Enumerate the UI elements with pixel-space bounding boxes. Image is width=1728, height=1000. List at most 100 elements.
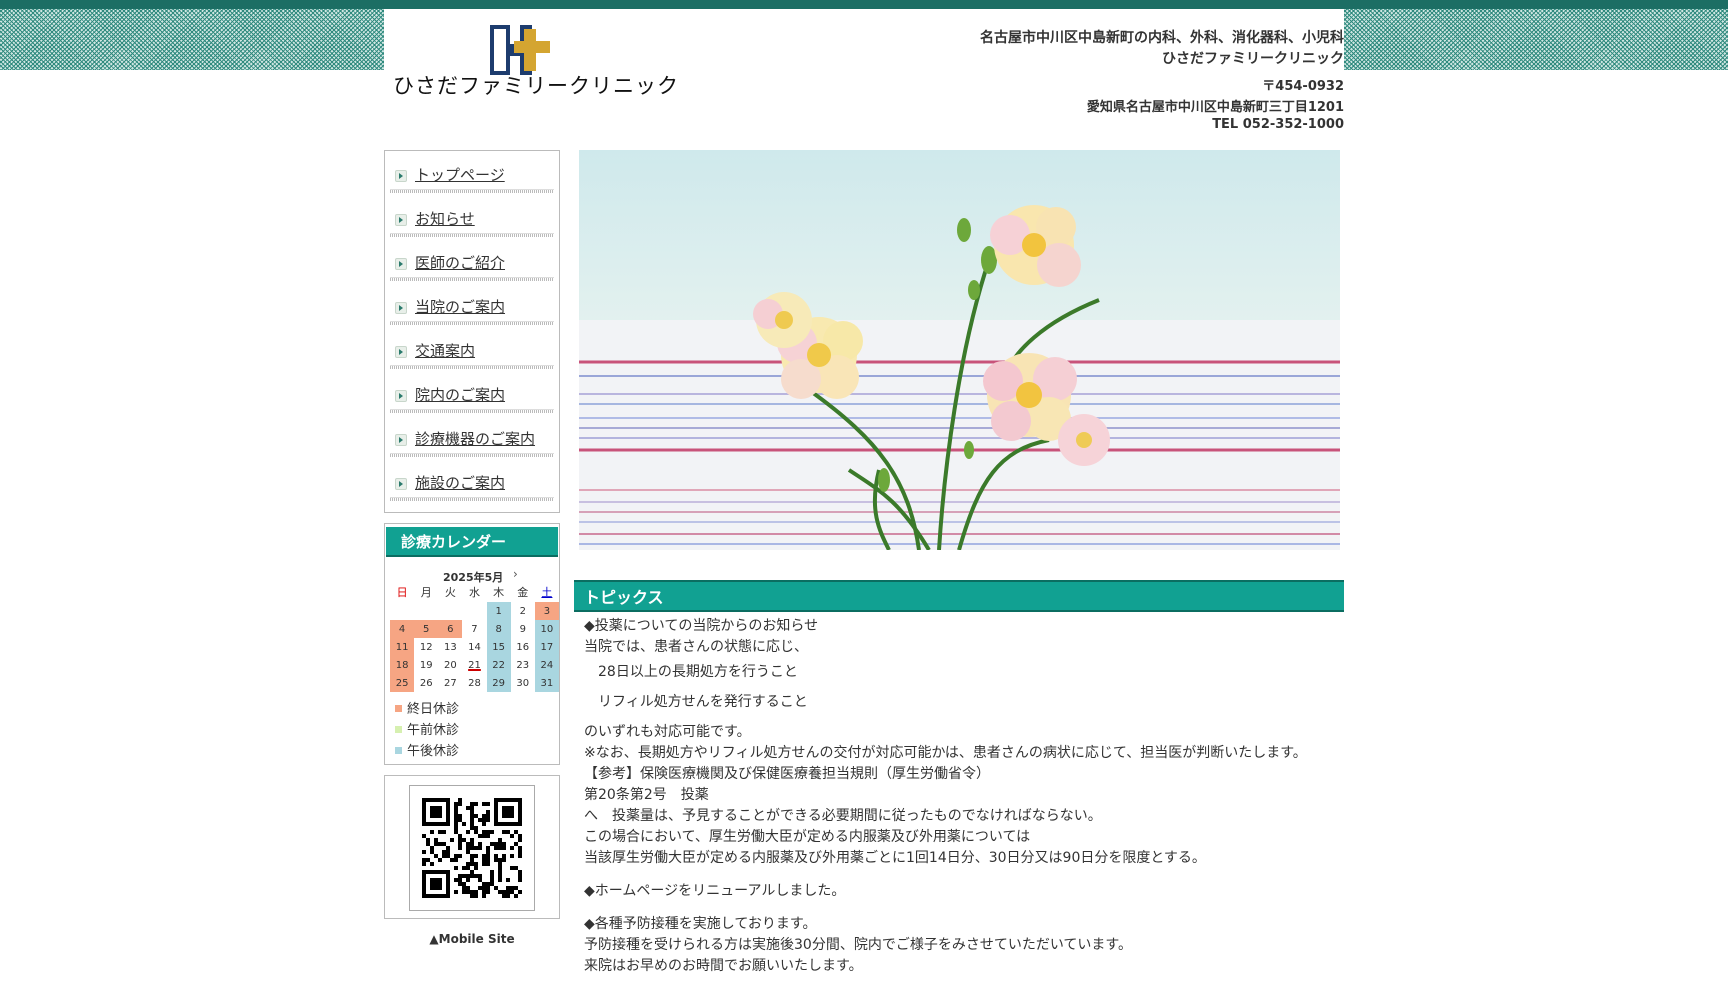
legend-pm-closed: 午後休診 bbox=[395, 740, 459, 759]
topic-line: 当院では、患者さんの状態に応じ、 bbox=[584, 639, 808, 655]
topic-line: 28日以上の長期処方を行うこと bbox=[584, 664, 798, 680]
nav-item-access[interactable]: 交通案内 bbox=[390, 327, 554, 371]
calendar-day: 8 bbox=[486, 620, 511, 638]
legend-closed-label: 終日休診 bbox=[407, 702, 460, 717]
nav-item-news[interactable]: お知らせ bbox=[390, 195, 554, 239]
weekday-thu: 木 bbox=[493, 586, 505, 599]
topics-content: ◆投薬についての当院からのお知らせ 当院では、患者さんの状態に応じ、 28日以上… bbox=[584, 616, 1334, 977]
calendar-day: 27 bbox=[443, 677, 457, 689]
calendar-day: 11 bbox=[390, 638, 415, 656]
arrow-icon bbox=[395, 258, 407, 270]
topic-line: リフィル処方せんを発行すること bbox=[584, 694, 808, 710]
top-bar bbox=[0, 0, 1728, 9]
nav-item-doctor[interactable]: 医師のご紹介 bbox=[390, 239, 554, 283]
calendar-day bbox=[462, 602, 486, 620]
legend-pm-closed-label: 午後休診 bbox=[407, 744, 460, 759]
topic-line: 来院はお早めのお時間でお願いいたします。 bbox=[584, 958, 863, 974]
header-pattern-right bbox=[1344, 9, 1728, 70]
calendar-day: 28 bbox=[468, 677, 481, 689]
calendar-day: 17 bbox=[534, 638, 559, 656]
calendar-day: 13 bbox=[443, 641, 457, 653]
nav-label[interactable]: お知らせ bbox=[415, 208, 475, 229]
calendar-day: 9 bbox=[519, 623, 526, 635]
calendar-day: 4 bbox=[390, 620, 415, 638]
calendar-day: 20 bbox=[443, 659, 457, 671]
arrow-icon bbox=[395, 346, 407, 358]
calendar-day: 1 bbox=[486, 602, 511, 620]
calendar-day bbox=[438, 602, 462, 620]
arrow-icon bbox=[395, 434, 407, 446]
legend-am-closed-label: 午前休診 bbox=[407, 723, 460, 738]
calendar-next-icon[interactable]: › bbox=[513, 567, 518, 581]
nav-label[interactable]: 当院のご案内 bbox=[415, 296, 505, 317]
topic-line: ※なお、長期処方やリフィル処方せんの交付が対応可能かは、患者さんの病状に応じて、… bbox=[584, 745, 1307, 761]
topic-line: ◆各種予防接種を実施しております。 bbox=[584, 916, 817, 932]
calendar-day: 16 bbox=[516, 641, 530, 653]
topic-line: ◆ホームページをリニューアルしました。 bbox=[584, 883, 846, 899]
nav-label[interactable]: 院内のご案内 bbox=[415, 384, 505, 405]
nav-item-interior[interactable]: 院内のご案内 bbox=[390, 371, 554, 415]
arrow-icon bbox=[395, 214, 407, 226]
nav-label[interactable]: 医師のご紹介 bbox=[415, 252, 505, 273]
clinic-logo-text[interactable]: ひさだファミリークリニック bbox=[393, 70, 679, 100]
calendar-day: 6 bbox=[438, 620, 463, 638]
topic-line: 第20条第2号 投薬 bbox=[584, 787, 709, 803]
weekday-mon: 月 bbox=[420, 586, 432, 599]
topic-line: へ 投薬量は、予見することができる必要期間に従ったものでなければならない。 bbox=[584, 808, 1102, 824]
nav-label[interactable]: 施設のご案内 bbox=[415, 472, 505, 493]
hero-image bbox=[579, 150, 1340, 550]
topic-line: 予防接種を受けられる方は実施後30分間、院内でご様子をみさせていただいています。 bbox=[584, 937, 1132, 953]
calendar-day: 30 bbox=[516, 677, 530, 689]
header-tagline-name: ひさだファミリークリニック bbox=[1162, 51, 1344, 67]
weekday-tue: 火 bbox=[444, 586, 456, 599]
nav-label[interactable]: 診療機器のご案内 bbox=[415, 428, 535, 449]
nav-item-top[interactable]: トップページ bbox=[390, 151, 554, 195]
topics-title: トピックス bbox=[574, 580, 1344, 612]
mobile-site-link[interactable]: ▲Mobile Site bbox=[384, 932, 560, 946]
topic-line: ◆投薬についての当院からのお知らせ bbox=[584, 618, 819, 634]
calendar-day: 19 bbox=[419, 659, 433, 671]
calendar-day: 31 bbox=[534, 674, 559, 692]
nav-item-facility[interactable]: 施設のご案内 bbox=[390, 459, 554, 503]
arrow-icon bbox=[395, 478, 407, 490]
clinic-logo-icon[interactable] bbox=[490, 25, 558, 75]
arrow-icon bbox=[395, 390, 407, 402]
legend-am-closed: 午前休診 bbox=[395, 719, 459, 738]
qr-code-box bbox=[384, 775, 560, 919]
nav-item-equipment[interactable]: 診療機器のご案内 bbox=[390, 415, 554, 459]
calendar-widget: 診療カレンダー 2025年5月 › 日 月 火 水 木 金 土 1 2 3 4 … bbox=[384, 523, 560, 765]
qr-code-icon[interactable] bbox=[409, 785, 535, 911]
calendar-day: 7 bbox=[471, 623, 478, 635]
weekday-sat: 土 bbox=[541, 586, 553, 599]
calendar-day: 15 bbox=[486, 638, 511, 656]
calendar-day bbox=[414, 602, 438, 620]
calendar-day: 29 bbox=[486, 674, 511, 692]
legend-closed: 終日休診 bbox=[395, 698, 459, 717]
topic-line: この場合において、厚生労働大臣が定める内服薬及び外用薬については bbox=[584, 829, 1031, 845]
header-tagline: 名古屋市中川区中島新町の内科、外科、消化器科、小児科 bbox=[980, 30, 1344, 46]
arrow-icon bbox=[395, 302, 407, 314]
header-postal: 〒454-0932 bbox=[1262, 79, 1344, 94]
nav-label[interactable]: 交通案内 bbox=[415, 340, 475, 361]
header-address: 愛知県名古屋市中川区中島新町三丁目1201 bbox=[1086, 100, 1344, 115]
calendar-day: 10 bbox=[534, 620, 559, 638]
header-tel: TEL 052-352-1000 bbox=[1212, 117, 1344, 132]
calendar-day: 25 bbox=[390, 674, 415, 692]
calendar-day: 18 bbox=[390, 656, 415, 674]
topic-line: 当該厚生労働大臣が定める内服薬及び外用薬ごとに1回14日分、30日分又は90日分… bbox=[584, 850, 1206, 866]
topic-line: 【参考】保険医療機関及び保健医療養担当規則（厚生労働省令） bbox=[584, 766, 990, 782]
calendar-day: 12 bbox=[419, 641, 433, 653]
arrow-icon bbox=[395, 170, 407, 182]
nav-label[interactable]: トップページ bbox=[415, 164, 505, 185]
calendar-day: 23 bbox=[516, 659, 530, 671]
weekday-wed: 水 bbox=[468, 586, 480, 599]
sidebar-nav: トップページ お知らせ 医師のご紹介 当院のご案内 交通案内 院内のご案内 診療… bbox=[384, 150, 560, 513]
calendar-day: 2 bbox=[519, 605, 526, 617]
calendar-grid: 日 月 火 水 木 金 土 1 2 3 4 5 6 7 8 9 10 11 12… bbox=[390, 582, 559, 692]
topic-line: のいずれも対応可能です。 bbox=[584, 724, 751, 740]
nav-item-clinic-info[interactable]: 当院のご案内 bbox=[390, 283, 554, 327]
calendar-day: 22 bbox=[486, 656, 511, 674]
weekday-sun: 日 bbox=[396, 586, 408, 599]
calendar-title: 診療カレンダー bbox=[386, 527, 558, 557]
calendar-day: 14 bbox=[468, 641, 481, 653]
